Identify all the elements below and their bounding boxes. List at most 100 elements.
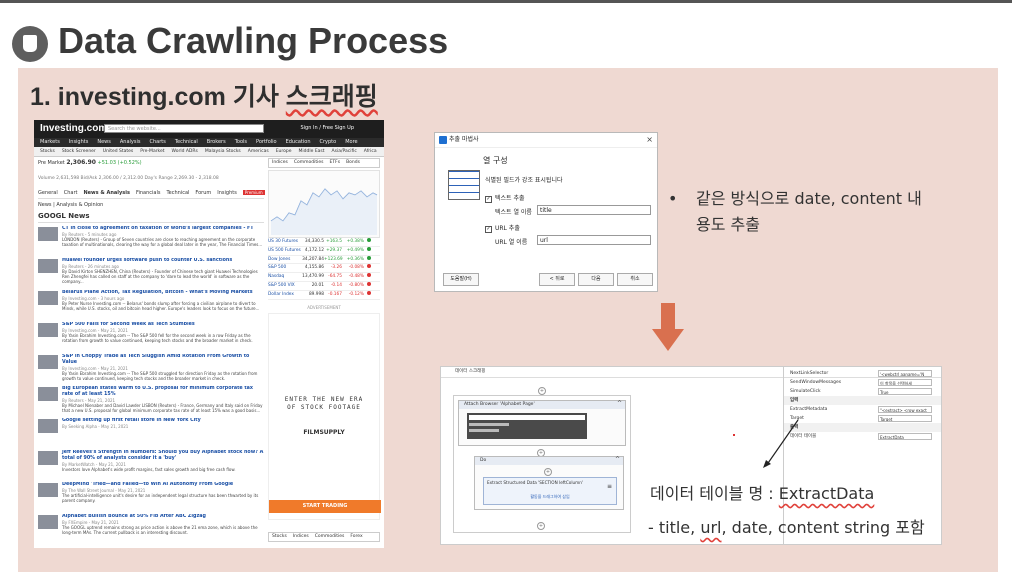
collapse-icon[interactable]: ^: [617, 400, 622, 407]
nav-item[interactable]: News: [97, 139, 111, 145]
tab-general[interactable]: General: [38, 190, 58, 196]
close-icon[interactable]: ×: [646, 133, 653, 147]
subnav-item[interactable]: Malaysia Stocks: [205, 149, 241, 154]
property-value[interactable]: Target: [878, 415, 932, 422]
news-item[interactable]: Huawei founder urges software push to co…: [38, 258, 264, 287]
tab-technical[interactable]: Technical: [166, 190, 189, 196]
quote-tab[interactable]: ETFs: [330, 160, 341, 165]
property-value[interactable]: "<extract> <row exact: [878, 406, 932, 413]
news-item[interactable]: Google setting up first retail store in …: [38, 418, 264, 447]
add-activity-icon[interactable]: +: [537, 522, 545, 530]
tab-forum[interactable]: Forum: [195, 190, 211, 196]
tab-chart[interactable]: Chart: [64, 190, 78, 196]
news-item[interactable]: Belarus Plane Action, Tax Regulation, Bi…: [38, 290, 264, 319]
nav-item[interactable]: Technical: [175, 139, 198, 145]
nav-item[interactable]: Charts: [149, 139, 165, 145]
property-value[interactable]: True: [878, 388, 932, 395]
nav-item[interactable]: Education: [286, 139, 311, 145]
subnav-item[interactable]: Asia/Pacific: [332, 149, 357, 154]
subnav-item[interactable]: Americas: [248, 149, 269, 154]
tab-financials[interactable]: Financials: [136, 190, 161, 196]
extract-structured-data-activity[interactable]: Extract Structured Data 'SECTION leftCol…: [483, 477, 617, 505]
quote-tab[interactable]: Commodities: [315, 534, 345, 539]
collapse-icon[interactable]: ^: [615, 456, 620, 463]
investing-logo[interactable]: Investing.com: [40, 123, 107, 134]
text-column-input[interactable]: title: [537, 205, 651, 215]
subnav-item[interactable]: Africa: [364, 149, 377, 154]
news-title[interactable]: Jeff Reeves's Strength in Numbers: Shoul…: [62, 450, 264, 462]
news-item[interactable]: S&P 500 Falls for Second Week as Tech St…: [38, 322, 264, 351]
next-button[interactable]: 다음: [578, 273, 614, 286]
quote-row[interactable]: S&P 500 VIX 20.01 -0.14 -0.80%: [268, 281, 380, 291]
property-value[interactable]: ExtractData: [878, 433, 932, 440]
nav-item[interactable]: Brokers: [207, 139, 226, 145]
quote-row[interactable]: S&P 500 4,155.86 -3.26 -0.08%: [268, 264, 380, 274]
quote-tab[interactable]: Forex: [350, 534, 362, 539]
news-item[interactable]: S&P in Choppy Trade as Tech Sluggish Ami…: [38, 354, 264, 383]
property-row: SendWindowMessages 이 항목을 선택하세: [784, 378, 941, 387]
news-item[interactable]: Big European states warm to U.S. proposa…: [38, 386, 264, 415]
nav-item[interactable]: Analysis: [120, 139, 141, 145]
quote-name[interactable]: Dollar Index: [268, 291, 302, 299]
add-activity-icon[interactable]: +: [538, 387, 546, 395]
subnav-item[interactable]: Europe: [276, 149, 292, 154]
quote-name[interactable]: US 30 Futures: [268, 238, 302, 246]
news-thumbnail: [38, 323, 58, 337]
quote-tab[interactable]: Indices: [272, 160, 288, 165]
property-category[interactable]: 입력: [784, 396, 941, 405]
subnav-item[interactable]: Stock Screener: [62, 149, 96, 154]
quote-tab[interactable]: Bonds: [346, 160, 360, 165]
news-item[interactable]: CT in close to agreement on taxation of …: [38, 226, 264, 255]
quote-name[interactable]: US 500 Futures: [268, 247, 302, 255]
quote-tab[interactable]: Commodities: [294, 160, 324, 165]
back-button[interactable]: < 뒤로: [539, 273, 575, 286]
nav-item[interactable]: More: [345, 139, 357, 145]
quote-name[interactable]: S&P 500 VIX: [268, 282, 302, 290]
quote-row[interactable]: US 30 Futures 34,330.5 +163.5 +0.38%: [268, 238, 380, 247]
subnav-item[interactable]: Pre-Market: [140, 149, 164, 154]
tab-news[interactable]: News & Analysis: [83, 190, 129, 196]
subnav-item[interactable]: Stocks: [40, 149, 55, 154]
news-item[interactable]: DeepMind 'Tried—and Failed—to Win AI Aut…: [38, 482, 264, 511]
help-button[interactable]: 도움말(H): [443, 273, 479, 286]
ad-banner[interactable]: ENTER THE NEW ERA OF STOCK FOOTAGE FILMSU…: [268, 312, 381, 520]
nav-item[interactable]: Insights: [69, 139, 89, 145]
news-item[interactable]: Jeff Reeves's Strength in Numbers: Shoul…: [38, 450, 264, 479]
quote-tab[interactable]: Stocks: [272, 534, 287, 539]
subnav-item[interactable]: Middle East: [299, 149, 325, 154]
quote-row[interactable]: US 500 Futures 4,172.12 +29.37 +0.49%: [268, 246, 380, 256]
add-activity-icon[interactable]: +: [544, 468, 552, 476]
property-value[interactable]: 이 항목을 선택하세: [878, 379, 932, 386]
start-trading-button[interactable]: START TRADING: [269, 499, 381, 513]
quote-name[interactable]: Nasdaq: [268, 273, 302, 281]
url-column-input[interactable]: url: [537, 235, 651, 245]
quote-row[interactable]: Dollar Index 89.998 -0.167 -0.12%: [268, 290, 380, 300]
sign-in-link[interactable]: Sign In / Free Sign Up: [300, 125, 354, 131]
nav-item[interactable]: Tools: [235, 139, 247, 145]
news-item[interactable]: Alphabet Bullish Bounce at 50% Fib After…: [38, 514, 264, 543]
nav-item[interactable]: Portfolio: [256, 139, 277, 145]
quote-tab[interactable]: Indices: [293, 534, 309, 539]
search-input[interactable]: Search the website...: [104, 124, 264, 133]
extract-url-checkbox[interactable]: ✓ URL 추출: [485, 223, 520, 233]
property-category[interactable]: 출력: [784, 423, 941, 432]
news-title[interactable]: Big European states warm to U.S. proposa…: [62, 386, 264, 398]
tab-insights[interactable]: Insights: [217, 190, 237, 196]
quote-row[interactable]: Nasdaq 13,470.99 -64.75 -0.48%: [268, 273, 380, 282]
menu-icon[interactable]: ≡: [607, 483, 612, 490]
quote-name[interactable]: S&P 500: [268, 264, 302, 272]
news-title[interactable]: S&P in Choppy Trade as Tech Sluggish Ami…: [62, 354, 264, 366]
property-value[interactable]: '<webctrl aaname='N: [878, 370, 932, 377]
quote-name[interactable]: Dow Jones: [268, 256, 302, 264]
nav-item[interactable]: Markets: [40, 139, 60, 145]
extract-text-checkbox[interactable]: ✓ 텍스트 추출: [485, 193, 525, 203]
attach-browser-activity[interactable]: Attach Browser 'Alphabet Page' ^: [458, 400, 626, 446]
do-container[interactable]: Do + Extract Structured Data 'SECTION le…: [474, 456, 624, 510]
quote-row[interactable]: Dow Jones 34,207.84 +123.69 +0.36%: [268, 255, 380, 265]
status-dot-icon: [367, 264, 371, 269]
subnav-item[interactable]: World ADRs: [172, 149, 198, 154]
nav-item[interactable]: Crypto: [320, 139, 337, 145]
news-subtabs[interactable]: News | Analysis & Opinion: [38, 202, 264, 208]
subnav-item[interactable]: United States: [103, 149, 133, 154]
cancel-button[interactable]: 취소: [617, 273, 653, 286]
